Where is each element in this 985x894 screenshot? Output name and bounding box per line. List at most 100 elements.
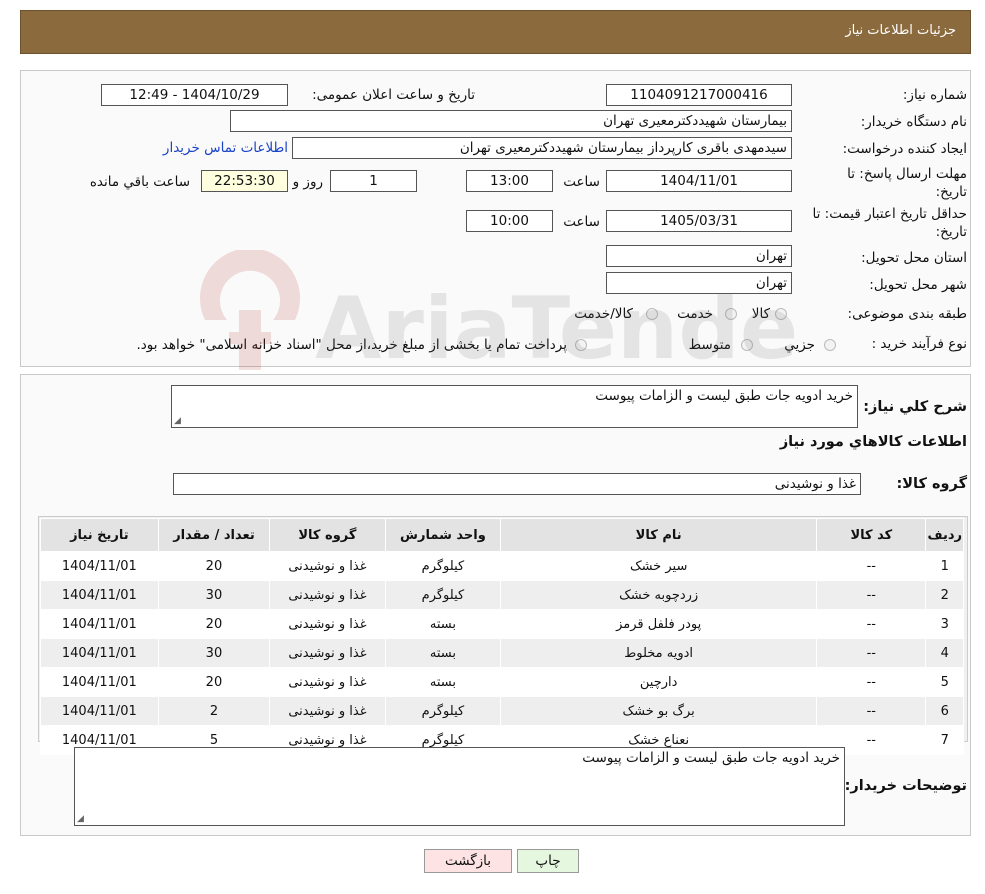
province-label: استان محل تحویل:: [861, 250, 967, 266]
item-name-cell: برگ بو خشک: [500, 696, 818, 726]
announce-label: تاریخ و ساعت اعلان عمومی:: [312, 87, 475, 103]
need-number-field[interactable]: 1104091217000416: [606, 84, 792, 106]
row-number-cell: 5: [925, 667, 964, 697]
item-unit-cell: بسته: [384, 667, 502, 697]
buyer-org-label: نام دستگاه خریدار:: [860, 114, 967, 130]
item-group-cell: غذا و نوشیدنی: [269, 667, 386, 697]
page-title: جزئیات اطلاعات نیاز: [845, 23, 956, 38]
remaining-time-field[interactable]: 22:53:30: [201, 170, 288, 192]
item-quantity-cell: 30: [157, 580, 271, 610]
validity-time-field[interactable]: 10:00: [466, 210, 553, 232]
category-label: طبقه بندی موضوعی:: [847, 306, 967, 322]
col-date: تاریخ نیاز: [40, 518, 159, 552]
need-number-label: شماره نیاز:: [902, 87, 967, 103]
buyer-notes-label: توضیحات خریدار:: [844, 778, 967, 794]
row-number-cell: 1: [925, 551, 964, 581]
deadline-date-field[interactable]: 1404/11/01: [606, 170, 792, 192]
days-field[interactable]: 1: [330, 170, 417, 192]
item-quantity-cell: 2: [157, 696, 271, 726]
item-name-cell: سیر خشک: [500, 551, 818, 581]
resize-grip-icon[interactable]: ◢: [174, 416, 181, 426]
item-code-cell: --: [816, 638, 927, 668]
buyer-notes-textarea[interactable]: خرید ادویه جات طبق لیست و الزامات پیوست …: [74, 747, 845, 826]
province-field[interactable]: تهران: [606, 245, 792, 267]
category-radio-service[interactable]: [725, 308, 737, 320]
deadline-label-date: تاریخ:: [935, 184, 967, 200]
table-row[interactable]: 4 -- ادویه مخلوط بسته غذا و نوشیدنی 30 1404/11…: [40, 638, 964, 668]
table-row[interactable]: 5 -- دارچین بسته غذا و نوشیدنی 20 1404/11/01: [40, 667, 964, 697]
back-button[interactable]: بازگشت: [424, 849, 512, 873]
process-note: پرداخت تمام یا بخشی از مبلغ خرید،از محل …: [136, 337, 567, 353]
item-group-cell: غذا و نوشیدنی: [269, 638, 386, 668]
announce-field[interactable]: 1404/10/29 - 12:49: [101, 84, 288, 106]
table-row[interactable]: 6 -- برگ بو خشک کیلوگرم غذا و نوشیدنی 2 1404/1…: [40, 696, 964, 726]
summary-label: شرح کلي نياز:: [863, 399, 967, 415]
print-button[interactable]: چاپ: [517, 849, 579, 873]
category-option-goods: کالا: [751, 306, 770, 322]
summary-textarea[interactable]: خرید ادویه جات طبق لیست و الزامات پیوست …: [171, 385, 858, 428]
group-field[interactable]: غذا و نوشیدنی: [173, 473, 861, 495]
item-unit-cell: کیلوگرم: [384, 551, 502, 581]
city-field[interactable]: تهران: [606, 272, 792, 294]
item-date-cell: 1404/11/01: [40, 696, 159, 726]
item-code-cell: --: [816, 580, 927, 610]
item-code-cell: --: [816, 667, 927, 697]
validity-date-field[interactable]: 1405/03/31: [606, 210, 792, 232]
process-radio-medium[interactable]: [741, 339, 753, 351]
item-date-cell: 1404/11/01: [40, 667, 159, 697]
table-header-row: رديف کد کالا نام کالا واحد شمارش گروه کا…: [40, 518, 964, 552]
buyer-contact-link[interactable]: اطلاعات تماس خریدار: [163, 140, 288, 156]
item-date-cell: 1404/11/01: [40, 638, 159, 668]
requester-field[interactable]: سیدمهدی باقری کارپرداز بیمارستان شهیددکت…: [292, 137, 792, 159]
item-date-cell: 1404/11/01: [40, 551, 159, 581]
category-radio-goods-service[interactable]: [646, 308, 658, 320]
item-group-cell: غذا و نوشیدنی: [269, 580, 386, 610]
process-label: نوع فرآیند خرید :: [871, 336, 967, 352]
col-unit: واحد شمارش: [384, 518, 502, 552]
item-quantity-cell: 20: [157, 667, 271, 697]
item-unit-cell: بسته: [384, 638, 502, 668]
validity-label-date: تاریخ:: [935, 224, 967, 240]
buyer-org-field[interactable]: بیمارستان شهیددکترمعیری تهران: [230, 110, 792, 132]
item-unit-cell: بسته: [384, 609, 502, 639]
item-code-cell: --: [816, 609, 927, 639]
item-code-cell: --: [816, 551, 927, 581]
row-number-cell: 4: [925, 638, 964, 668]
deadline-time-field[interactable]: 13:00: [466, 170, 553, 192]
table-row[interactable]: 2 -- زردچوبه خشک کیلوگرم غذا و نوشیدنی 30 1404…: [40, 580, 964, 610]
row-number-cell: 6: [925, 696, 964, 726]
category-radio-goods[interactable]: [775, 308, 787, 320]
item-name-cell: زردچوبه خشک: [500, 580, 818, 610]
item-name-cell: ادویه مخلوط: [500, 638, 818, 668]
resize-grip-icon[interactable]: ◢: [77, 814, 84, 824]
item-group-cell: غذا و نوشیدنی: [269, 696, 386, 726]
item-unit-cell: کیلوگرم: [384, 696, 502, 726]
item-code-cell: --: [816, 696, 927, 726]
category-option-service: خدمت: [677, 306, 713, 322]
item-unit-cell: کیلوگرم: [384, 580, 502, 610]
deadline-time-label: ساعت: [563, 174, 600, 190]
city-label: شهر محل تحویل:: [869, 277, 967, 293]
item-name-cell: پودر فلفل قرمز: [500, 609, 818, 639]
item-quantity-cell: 30: [157, 638, 271, 668]
table-row[interactable]: 1 -- سیر خشک کیلوگرم غذا و نوشیدنی 20 1404/11/…: [40, 551, 964, 581]
table-row[interactable]: 3 -- پودر فلفل قرمز بسته غذا و نوشیدنی 20 1404…: [40, 609, 964, 639]
page-header: جزئیات اطلاعات نیاز: [20, 10, 971, 54]
validity-time-label: ساعت: [563, 214, 600, 230]
items-table: رديف کد کالا نام کالا واحد شمارش گروه کا…: [40, 518, 964, 755]
days-label: روز و: [292, 174, 323, 190]
items-heading: اطلاعات کالاهاي مورد نياز: [779, 434, 967, 450]
col-group: گروه کالا: [269, 518, 386, 552]
col-row: رديف: [925, 518, 964, 552]
process-option-minor: جزیي: [784, 337, 815, 353]
item-name-cell: دارچین: [500, 667, 818, 697]
validity-label: حداقل تاریخ اعتبار قیمت: تا: [812, 206, 967, 222]
item-date-cell: 1404/11/01: [40, 609, 159, 639]
row-number-cell: 3: [925, 609, 964, 639]
process-radio-minor[interactable]: [824, 339, 836, 351]
deadline-label: مهلت ارسال پاسخ: تا: [847, 166, 967, 182]
item-group-cell: غذا و نوشیدنی: [269, 551, 386, 581]
col-quantity: تعداد / مقدار: [157, 518, 271, 552]
group-label: گروه کالا:: [896, 476, 967, 492]
process-radio-treasury[interactable]: [575, 339, 587, 351]
